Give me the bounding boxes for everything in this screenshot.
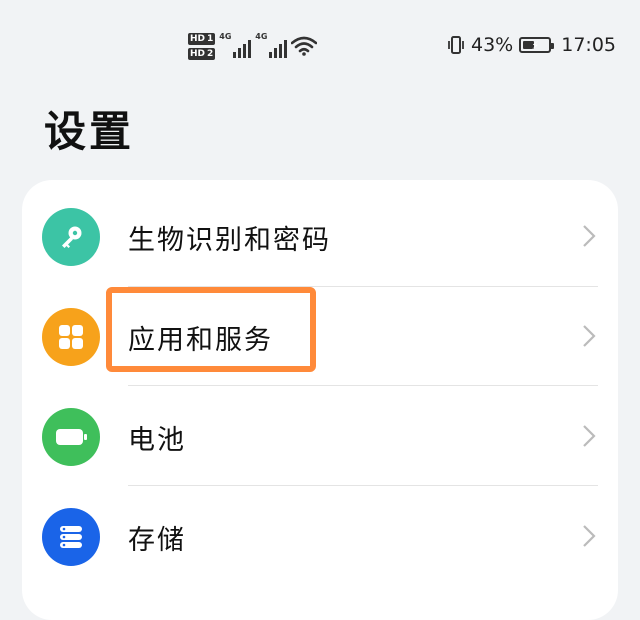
battery-charging-icon: ⚡: [519, 37, 555, 53]
signal-icon: 4G: [219, 32, 252, 58]
hd-icon: HD 1 HD 2: [188, 32, 216, 60]
vibrate-icon: [448, 36, 464, 54]
network-type-label: 4G: [255, 32, 268, 41]
chevron-right-icon: [583, 325, 596, 347]
wifi-icon: [291, 36, 318, 56]
hd-badge-2: HD 2: [188, 47, 216, 60]
storage-icon: [42, 508, 100, 566]
hd-badge-1: HD 1: [188, 32, 216, 45]
page-title: 设置: [44, 107, 135, 156]
settings-item-battery[interactable]: 电池: [22, 380, 618, 480]
settings-item-biometrics[interactable]: 生物识别和密码: [22, 180, 618, 280]
signal-group: HD 1 HD 2 4G 4G: [188, 28, 318, 64]
apps-grid-icon: [42, 308, 100, 366]
status-right: 43% ⚡ 17:05: [447, 34, 616, 56]
settings-item-label: 存储: [128, 525, 186, 556]
settings-item-label: 电池: [128, 425, 186, 456]
battery-percent: 43%: [471, 34, 514, 56]
settings-item-label: 生物识别和密码: [128, 225, 331, 256]
highlight-box: [106, 287, 316, 372]
status-bar: HD 1 HD 2 4G 4G 43% ⚡ 17:05: [0, 0, 640, 90]
chevron-right-icon: [583, 225, 596, 247]
signal-icon: 4G: [255, 32, 288, 58]
clock: 17:05: [561, 34, 616, 56]
key-icon: [42, 208, 100, 266]
settings-item-storage[interactable]: 存储: [22, 480, 618, 580]
settings-card: 生物识别和密码 应用和服务 电池 存储: [22, 180, 618, 620]
chevron-right-icon: [583, 425, 596, 447]
network-type-label: 4G: [219, 32, 232, 41]
chevron-right-icon: [583, 525, 596, 547]
battery-icon: [42, 408, 100, 466]
